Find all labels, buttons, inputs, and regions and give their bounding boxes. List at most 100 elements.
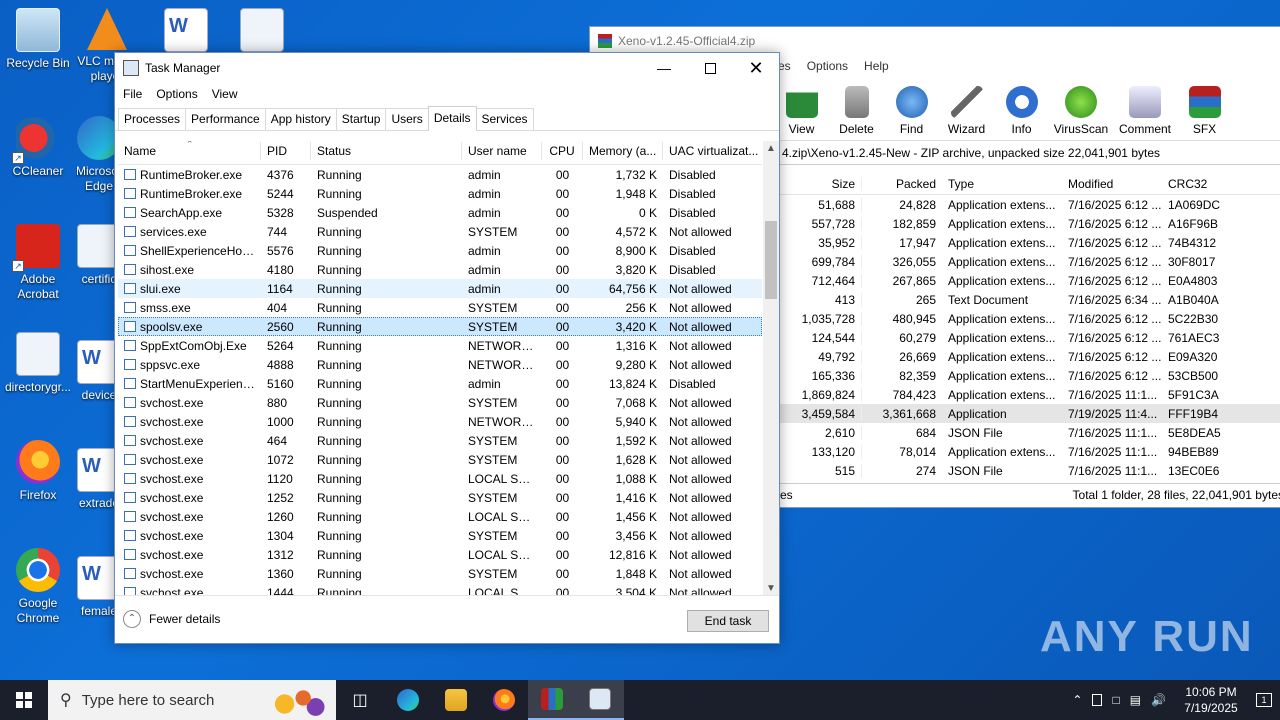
task-view-button[interactable]: ◫	[336, 680, 384, 720]
taskbar-edge-button[interactable]	[384, 680, 432, 720]
process-row[interactable]: SppExtComObj.Exe 5264 Running NETWORK... 00 1…	[118, 336, 762, 355]
file-row[interactable]: 557,728 182,859 Application extens... 7/16/…	[780, 214, 1280, 233]
details-scrollbar[interactable]: ▲ ▼	[763, 141, 779, 597]
taskbar-task-manager-button[interactable]	[576, 680, 624, 720]
recycle-bin-icon[interactable]: Recycle Bin	[0, 8, 76, 71]
tab-services[interactable]: Services	[475, 108, 534, 130]
process-row[interactable]: svchost.exe 1360 Running SYSTEM 00 1,848 K Not…	[118, 564, 762, 583]
file-row[interactable]: 165,336 82,359 Application extens... 7/16/2…	[780, 366, 1280, 385]
minimize-button[interactable]: —	[641, 53, 687, 83]
process-row[interactable]: svchost.exe 1252 Running SYSTEM 00 1,416 K Not…	[118, 488, 762, 507]
taskbar-clock[interactable]: 10:06 PM 7/19/2025	[1176, 684, 1246, 716]
taskbar-explorer-button[interactable]	[432, 680, 480, 720]
process-row[interactable]: services.exe 744 Running SYSTEM 00 4,572 K Not…	[118, 222, 762, 241]
taskbar-firefox-button[interactable]	[480, 680, 528, 720]
col-pid[interactable]: PID	[261, 142, 311, 160]
file-row[interactable]: 49,792 26,669 Application extens... 7/16/20…	[780, 347, 1280, 366]
find-button[interactable]: Find	[884, 86, 939, 140]
col-size[interactable]: Size	[780, 176, 862, 191]
scroll-up-icon[interactable]: ▲	[763, 141, 779, 157]
col-modified[interactable]: Modified	[1062, 177, 1162, 191]
directory-file-icon[interactable]: directorygr...	[0, 332, 76, 395]
chevron-up-icon[interactable]: ⌃	[1072, 693, 1082, 707]
process-row[interactable]: smss.exe 404 Running SYSTEM 00 256 K Not allow…	[118, 298, 762, 317]
file-row[interactable]: 35,952 17,947 Application extens... 7/16/20…	[780, 233, 1280, 252]
process-row[interactable]: sihost.exe 4180 Running admin 00 3,820 K Disab…	[118, 260, 762, 279]
col-type[interactable]: Type	[942, 177, 1062, 191]
process-row[interactable]: svchost.exe 880 Running SYSTEM 00 7,068 K Not …	[118, 393, 762, 412]
process-row[interactable]: svchost.exe 464 Running SYSTEM 00 1,592 K Not …	[118, 431, 762, 450]
file-row[interactable]: 133,120 78,014 Application extens... 7/16/2…	[780, 442, 1280, 461]
taskbar-search-box[interactable]: ⚲ Type here to search	[48, 680, 336, 720]
file-row[interactable]: 699,784 326,055 Application extens... 7/16/…	[780, 252, 1280, 271]
process-row[interactable]: RuntimeBroker.exe 4376 Running admin 00 1,732…	[118, 165, 762, 184]
col-crc32[interactable]: CRC32	[1162, 177, 1222, 191]
menu-view[interactable]: View	[212, 87, 238, 101]
scroll-thumb[interactable]	[765, 221, 777, 299]
file-row[interactable]: 1,869,824 784,423 Application extens... 7/1…	[780, 385, 1280, 404]
file-row[interactable]: 2,610 684 JSON File 7/16/2025 11:1... 5E8DEA…	[780, 423, 1280, 442]
process-row[interactable]: svchost.exe 1120 Running LOCAL SE... 00 1,088…	[118, 469, 762, 488]
process-row[interactable]: svchost.exe 1072 Running SYSTEM 00 1,628 K Not…	[118, 450, 762, 469]
col-uac-virtualization[interactable]: UAC virtualizat...	[663, 142, 762, 160]
col-status[interactable]: Status	[311, 142, 462, 160]
file-row[interactable]: 1,035,728 480,945 Application extens... 7/1…	[780, 309, 1280, 328]
file-row[interactable]: 51,688 24,828 Application extens... 7/16/20…	[780, 195, 1280, 214]
task-manager-titlebar[interactable]: Task Manager — ✕	[115, 53, 779, 83]
process-row[interactable]: RuntimeBroker.exe 5244 Running admin 00 1,948…	[118, 184, 762, 203]
col-cpu[interactable]: CPU	[542, 142, 583, 160]
info-button[interactable]: Info	[994, 86, 1049, 140]
image-file-icon[interactable]	[224, 8, 300, 56]
delete-button[interactable]: Delete	[829, 86, 884, 140]
tab-users[interactable]: Users	[385, 108, 429, 130]
tab-performance[interactable]: Performance	[185, 108, 266, 130]
menu-options[interactable]: Options	[156, 87, 197, 101]
process-row[interactable]: svchost.exe 1304 Running SYSTEM 00 3,456 K Not…	[118, 526, 762, 545]
file-row[interactable]: 124,544 60,279 Application extens... 7/16/2…	[780, 328, 1280, 347]
wizard-button[interactable]: Wizard	[939, 86, 994, 140]
network-icon[interactable]: ▤	[1130, 693, 1141, 707]
winrar-menu-help[interactable]: Help	[864, 59, 889, 73]
volume-icon[interactable]: 🔊	[1151, 693, 1166, 707]
google-chrome-icon[interactable]: Google Chrome	[0, 548, 76, 626]
taskbar-winrar-button[interactable]	[528, 680, 576, 720]
virusscan-button[interactable]: VirusScan	[1049, 86, 1113, 140]
tab-processes[interactable]: Processes	[118, 108, 187, 130]
process-row[interactable]: slui.exe 1164 Running admin 00 64,756 K Not al…	[118, 279, 762, 298]
col-memory[interactable]: Memory (a...	[583, 142, 663, 160]
col-packed[interactable]: Packed	[862, 177, 942, 191]
adobe-acrobat-icon[interactable]: ↗ Adobe Acrobat	[0, 224, 76, 302]
maximize-button[interactable]	[687, 53, 733, 83]
tab-app-history[interactable]: App history	[264, 108, 337, 130]
process-row[interactable]: StartMenuExperienc... 5160 Running admin 00 1…	[118, 374, 762, 393]
process-row[interactable]: svchost.exe 1260 Running LOCAL SE... 00 1,456…	[118, 507, 762, 526]
start-button[interactable]	[0, 680, 48, 720]
process-row[interactable]: SearchApp.exe 5328 Suspended admin 00 0 K Disa…	[118, 203, 762, 222]
comment-button[interactable]: Comment	[1113, 86, 1177, 140]
process-row[interactable]: ShellExperienceHost.... 5576 Running admin 0…	[118, 241, 762, 260]
winrar-titlebar[interactable]: Xeno-v1.2.45-Official4.zip	[590, 27, 1280, 55]
notification-icon[interactable]: 1	[1256, 693, 1272, 707]
tab-startup[interactable]: Startup	[335, 108, 387, 130]
ccleaner-icon[interactable]: ↗ CCleaner	[0, 116, 76, 179]
sfx-button[interactable]: SFX	[1177, 86, 1232, 140]
meet-now-icon[interactable]: □	[1112, 693, 1119, 707]
file-row[interactable]: 413 265 Text Document 7/16/2025 6:34 ... A1B…	[780, 290, 1280, 309]
winrar-menu-options[interactable]: Options	[807, 59, 848, 73]
view-button[interactable]: View	[774, 86, 829, 140]
file-row[interactable]: 712,464 267,865 Application extens... 7/16/…	[780, 271, 1280, 290]
process-row[interactable]: spoolsv.exe 2560 Running SYSTEM 00 3,420 K Not…	[118, 317, 762, 336]
file-row[interactable]: 3,459,584 3,361,668 Application 7/19/2025 1…	[780, 404, 1280, 423]
word-doc-icon[interactable]: W	[148, 8, 224, 56]
firefox-icon[interactable]: Firefox	[0, 440, 76, 503]
fewer-details-button[interactable]: ⌃ Fewer details	[123, 610, 220, 628]
end-task-button[interactable]: End task	[687, 610, 769, 632]
tab-details[interactable]: Details	[427, 106, 477, 131]
process-row[interactable]: svchost.exe 1000 Running NETWORK... 00 5,940 …	[118, 412, 762, 431]
battery-icon[interactable]	[1092, 694, 1103, 706]
menu-file[interactable]: File	[123, 87, 142, 101]
close-button[interactable]: ✕	[733, 53, 779, 83]
col-user-name[interactable]: User name	[462, 142, 542, 160]
process-row[interactable]: svchost.exe 1312 Running LOCAL SE... 00 12,81…	[118, 545, 762, 564]
process-row[interactable]: sppsvc.exe 4888 Running NETWORK... 00 9,280 K…	[118, 355, 762, 374]
